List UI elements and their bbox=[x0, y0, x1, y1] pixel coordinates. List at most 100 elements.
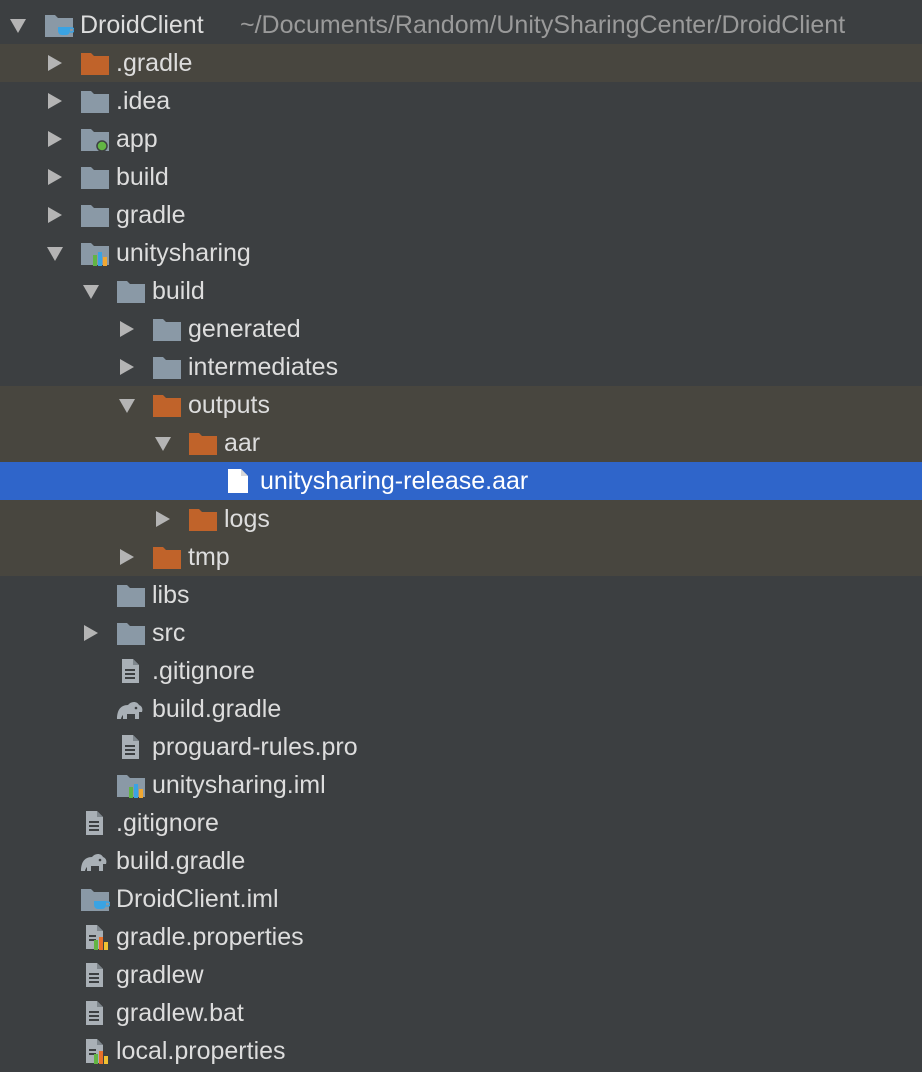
tree-node-label: .gitignore bbox=[116, 809, 219, 837]
tree-node-label: libs bbox=[152, 581, 190, 609]
tree-node-label: DroidClient.iml bbox=[116, 885, 279, 913]
tree-node-unitysharing-build[interactable]: build bbox=[0, 272, 922, 310]
folder-icon bbox=[80, 88, 110, 114]
excluded-folder-icon bbox=[152, 544, 182, 570]
expand-arrow-icon[interactable] bbox=[40, 120, 66, 158]
gradle-elephant-icon bbox=[78, 848, 108, 874]
excluded-folder-icon bbox=[80, 50, 110, 76]
tree-node-gradle[interactable]: gradle bbox=[0, 196, 922, 234]
collapse-arrow-icon[interactable] bbox=[78, 272, 104, 310]
text-file-icon bbox=[80, 810, 110, 836]
tree-node-label: unitysharing-release.aar bbox=[260, 467, 529, 495]
app-module-folder-icon bbox=[80, 126, 110, 152]
library-module-folder-icon bbox=[80, 240, 110, 266]
tree-node-label: proguard-rules.pro bbox=[152, 733, 358, 761]
properties-file-icon bbox=[80, 924, 110, 950]
text-file-icon bbox=[116, 658, 146, 684]
tree-node-src[interactable]: src bbox=[0, 614, 922, 652]
expand-arrow-icon[interactable] bbox=[112, 348, 138, 386]
expand-arrow-icon[interactable] bbox=[40, 196, 66, 234]
project-folder-icon bbox=[80, 886, 110, 912]
tree-node-droidclient-root[interactable]: DroidClient ~/Documents/Random/UnityShar… bbox=[0, 6, 922, 44]
tree-node-label: outputs bbox=[188, 391, 271, 419]
tree-node-label: generated bbox=[188, 315, 301, 343]
tree-node-aar[interactable]: aar bbox=[0, 424, 922, 462]
folder-icon bbox=[80, 202, 110, 228]
collapse-arrow-icon[interactable] bbox=[5, 6, 31, 44]
collapse-arrow-icon[interactable] bbox=[114, 386, 140, 424]
expand-arrow-icon[interactable] bbox=[112, 310, 138, 348]
text-file-icon bbox=[80, 1000, 110, 1026]
file-icon bbox=[224, 468, 254, 494]
excluded-folder-icon bbox=[188, 506, 218, 532]
tree-node-label: unitysharing bbox=[116, 239, 251, 267]
tree-node-label: gradle.properties bbox=[116, 923, 304, 951]
properties-file-icon bbox=[80, 1038, 110, 1064]
tree-node-label: intermediates bbox=[188, 353, 339, 381]
tree-node-module-build-gradle[interactable]: build.gradle bbox=[0, 690, 922, 728]
tree-node-build-gradle[interactable]: build.gradle bbox=[0, 842, 922, 880]
tree-node-label: gradle bbox=[116, 201, 186, 229]
tree-node-unitysharing[interactable]: unitysharing bbox=[0, 234, 922, 272]
tree-node-label: gradlew.bat bbox=[116, 999, 244, 1027]
tree-node-label: build.gradle bbox=[116, 847, 246, 875]
tree-node-gradle-properties[interactable]: gradle.properties bbox=[0, 918, 922, 956]
expand-arrow-icon[interactable] bbox=[40, 44, 66, 82]
project-tree: DroidClient ~/Documents/Random/UnityShar… bbox=[0, 0, 922, 1072]
tree-node-label: app bbox=[116, 125, 158, 153]
tree-node-label: .gitignore bbox=[152, 657, 255, 685]
folder-icon bbox=[116, 582, 146, 608]
expand-arrow-icon[interactable] bbox=[76, 614, 102, 652]
tree-node-build[interactable]: build bbox=[0, 158, 922, 196]
tree-node-label: local.properties bbox=[116, 1037, 286, 1065]
tree-node-idea[interactable]: .idea bbox=[0, 82, 922, 120]
expand-arrow-icon[interactable] bbox=[112, 538, 138, 576]
tree-node-logs[interactable]: logs bbox=[0, 500, 922, 538]
tree-node-unitysharing-iml[interactable]: unitysharing.iml bbox=[0, 766, 922, 804]
tree-node-droidclient-iml[interactable]: DroidClient.iml bbox=[0, 880, 922, 918]
expand-arrow-icon[interactable] bbox=[40, 158, 66, 196]
tree-node-label: src bbox=[152, 619, 186, 647]
tree-node-gitignore[interactable]: .gitignore bbox=[0, 804, 922, 842]
tree-node-label: tmp bbox=[188, 543, 230, 571]
module-file-icon bbox=[116, 772, 146, 798]
tree-node-tmp[interactable]: tmp bbox=[0, 538, 922, 576]
folder-icon bbox=[152, 354, 182, 380]
collapse-arrow-icon[interactable] bbox=[150, 424, 176, 462]
expand-arrow-icon[interactable] bbox=[40, 82, 66, 120]
folder-icon bbox=[80, 164, 110, 190]
tree-node-gradlew[interactable]: gradlew bbox=[0, 956, 922, 994]
folder-icon bbox=[116, 278, 146, 304]
tree-node-label: logs bbox=[224, 505, 270, 533]
folder-icon bbox=[116, 620, 146, 646]
tree-node-local-properties[interactable]: local.properties bbox=[0, 1032, 922, 1070]
tree-node-label: .idea bbox=[116, 87, 171, 115]
excluded-folder-icon bbox=[188, 430, 218, 456]
expand-arrow-icon[interactable] bbox=[148, 500, 174, 538]
tree-node-generated[interactable]: generated bbox=[0, 310, 922, 348]
project-folder-icon bbox=[44, 12, 74, 38]
tree-node-label: build.gradle bbox=[152, 695, 282, 723]
tree-node-label: DroidClient bbox=[80, 11, 204, 39]
tree-node-proguard-rules[interactable]: proguard-rules.pro bbox=[0, 728, 922, 766]
collapse-arrow-icon[interactable] bbox=[42, 234, 68, 272]
excluded-folder-icon bbox=[152, 392, 182, 418]
tree-node-label: build bbox=[152, 277, 205, 305]
tree-node-gradle-cache[interactable]: .gradle bbox=[0, 44, 922, 82]
tree-node-gradlew-bat[interactable]: gradlew.bat bbox=[0, 994, 922, 1032]
tree-node-label: aar bbox=[224, 429, 261, 457]
tree-node-unitysharing-release-aar[interactable]: unitysharing-release.aar bbox=[0, 462, 922, 500]
tree-node-module-gitignore[interactable]: .gitignore bbox=[0, 652, 922, 690]
tree-node-app[interactable]: app bbox=[0, 120, 922, 158]
tree-node-label: build bbox=[116, 163, 169, 191]
text-file-icon bbox=[80, 962, 110, 988]
tree-node-label: gradlew bbox=[116, 961, 204, 989]
gradle-elephant-icon bbox=[114, 696, 144, 722]
folder-icon bbox=[152, 316, 182, 342]
tree-node-intermediates[interactable]: intermediates bbox=[0, 348, 922, 386]
tree-node-label: .gradle bbox=[116, 49, 193, 77]
tree-node-label: unitysharing.iml bbox=[152, 771, 326, 799]
tree-node-outputs[interactable]: outputs bbox=[0, 386, 922, 424]
text-file-icon bbox=[116, 734, 146, 760]
tree-node-libs[interactable]: libs bbox=[0, 576, 922, 614]
